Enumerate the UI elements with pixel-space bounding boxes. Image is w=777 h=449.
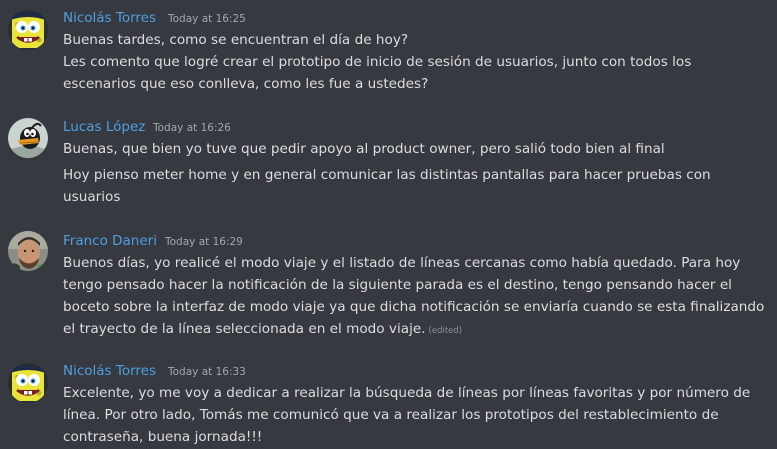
message-text: Buenas tardes, como se encuentran el día… xyxy=(63,32,409,48)
message-timestamp: Today at 16:33 xyxy=(168,366,246,378)
author-name[interactable]: Lucas López xyxy=(63,118,145,136)
user-photo-icon[interactable] xyxy=(8,231,48,271)
message-text: Hoy pienso meter home y en general comun… xyxy=(63,167,711,183)
message-text: Excelente, yo me voy a dedicar a realiza… xyxy=(63,385,751,401)
message-text: Buenos días, yo realicé el modo viaje y … xyxy=(63,255,741,271)
cartoon-duck-icon[interactable] xyxy=(8,118,48,158)
message-text: tengo pensado hacer la notificación de l… xyxy=(63,277,732,293)
message-text: Buenas, que bien yo tuve que pedir apoyo… xyxy=(63,141,665,157)
message-text: Les comento que logré crear el prototipo… xyxy=(63,54,692,70)
message-text: el trayecto de la línea seleccionada en … xyxy=(63,318,462,342)
message-text: línea. Por otro lado, Tomás me comunicó … xyxy=(63,407,719,423)
message-timestamp: Today at 16:29 xyxy=(165,236,243,248)
author-name[interactable]: Franco Daneri xyxy=(63,232,157,250)
message-timestamp: Today at 16:25 xyxy=(168,13,246,25)
edited-label: (edited) xyxy=(428,326,463,336)
author-name[interactable]: Nicolás Torres xyxy=(63,9,156,27)
sponge-character-icon[interactable] xyxy=(8,363,48,403)
message-timestamp: Today at 16:26 xyxy=(153,122,231,134)
message-text: contraseña, buena jornada!!! xyxy=(63,429,263,445)
message-text: usuarios xyxy=(63,189,121,205)
message-text: boceto sobre la interfaz de modo viaje y… xyxy=(63,299,765,315)
message-text: escenarios que eso conlleva, como les fu… xyxy=(63,76,429,92)
sponge-character-icon[interactable] xyxy=(8,10,48,50)
author-name[interactable]: Nicolás Torres xyxy=(63,362,156,380)
message-text-content: el trayecto de la línea seleccionada en … xyxy=(63,321,426,337)
